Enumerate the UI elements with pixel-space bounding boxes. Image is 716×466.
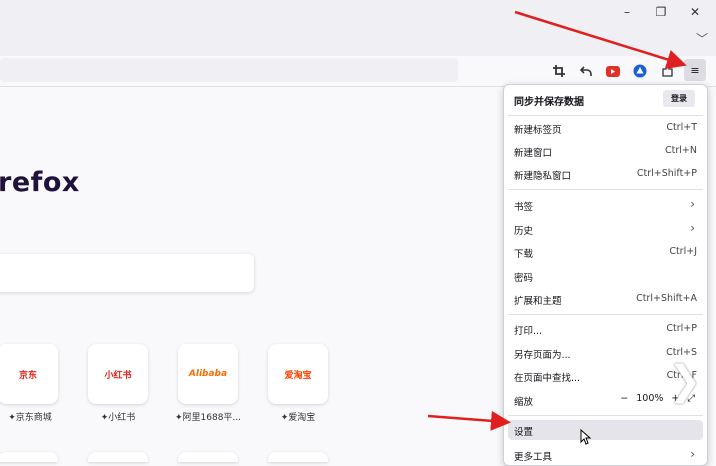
menu-item-shortcut: Ctrl+S (666, 347, 697, 358)
separator (508, 115, 703, 116)
menu-item-settings[interactable]: 设置 (508, 420, 703, 440)
account-triangle-icon[interactable] (631, 62, 649, 80)
signin-button[interactable]: 登录 (663, 90, 695, 107)
chevron-right-icon: › (690, 447, 695, 461)
menu-item-downloads[interactable]: 下载 Ctrl+J (508, 242, 703, 262)
restore-button[interactable]: ❐ (646, 3, 676, 21)
mouse-cursor-icon (580, 429, 592, 445)
menu-item-label: 新建隐私窗口 (514, 171, 572, 182)
hamburger-menu-button[interactable]: ≡ (684, 59, 706, 81)
menu-item-bookmarks[interactable]: 书签 › (508, 195, 703, 215)
app-menu-panel: 同步并保存数据 登录 新建标签页 Ctrl+T 新建窗口 Ctrl+N 新建隐私… (503, 84, 708, 466)
separator (508, 314, 703, 315)
menu-item-new-tab[interactable]: 新建标签页 Ctrl+T (508, 118, 703, 138)
menu-item-label: 设置 (514, 427, 534, 438)
shortcut-tile-aitaobao[interactable]: 爱淘宝 (268, 344, 328, 404)
menu-item-label: 打印... (514, 326, 543, 337)
separator (508, 189, 703, 190)
pin-icon: ✦ (8, 413, 16, 423)
title-bar (0, 0, 716, 56)
menu-item-label: 密码 (514, 273, 534, 284)
menu-item-label: 缩放 (514, 397, 534, 408)
crop-icon[interactable] (550, 62, 568, 80)
undo-icon[interactable] (577, 62, 595, 80)
alibaba-logo: Alibaba (188, 369, 228, 379)
pin-icon: ✦ (174, 413, 183, 423)
menu-item-shortcut: Ctrl+N (665, 145, 697, 156)
menu-item-addons-themes[interactable]: 扩展和主题 Ctrl+Shift+A (508, 289, 703, 309)
menu-item-label: 下载 (514, 249, 534, 260)
separator (508, 415, 703, 416)
shortcut-label: ✦京东商城 (8, 413, 52, 423)
shortcut-tile-jd[interactable]: 京东 (0, 344, 58, 404)
shortcut-tile[interactable] (268, 452, 328, 462)
menu-item-shortcut: Ctrl+J (669, 246, 697, 257)
tab-list-chevron-icon[interactable]: ﹀ (696, 30, 708, 47)
menu-item-label: 更多工具 (514, 452, 553, 463)
sync-title: 同步并保存数据 (514, 97, 584, 108)
close-button[interactable]: ✕ (680, 3, 710, 21)
menu-item-label: 另存页面为... (514, 350, 571, 361)
zoom-out-button[interactable]: − (620, 393, 628, 404)
menu-item-passwords[interactable]: 密码 (508, 266, 703, 286)
menu-item-label: 新建窗口 (514, 148, 553, 159)
shortcut-tile[interactable] (0, 452, 58, 462)
chevron-right-icon: › (690, 221, 695, 235)
sync-header: 同步并保存数据 登录 (504, 85, 707, 113)
menu-item-label: 历史 (514, 226, 534, 237)
video-icon[interactable] (604, 62, 622, 80)
menu-item-shortcut: Ctrl+Shift+P (636, 168, 697, 179)
shortcut-tile-xiaohongshu[interactable]: 小红书 (88, 344, 148, 404)
chevron-right-icon: › (690, 197, 695, 211)
chevron-right-overlay-icon: ❯ (668, 358, 702, 404)
xiaohongshu-logo: 小红书 (104, 370, 132, 381)
menu-item-label: 扩展和主题 (514, 296, 562, 307)
shortcut-tile[interactable] (88, 452, 148, 462)
menu-item-label: 书签 (514, 202, 534, 213)
menu-item-more-tools[interactable]: 更多工具 › (508, 445, 703, 465)
minimize-button[interactable]: – (612, 3, 642, 21)
menu-item-label: 新建标签页 (514, 125, 562, 136)
shortcut-label: ✦阿里1688平... (174, 413, 242, 423)
extensions-icon[interactable] (658, 62, 676, 80)
menu-item-shortcut: Ctrl+Shift+A (636, 293, 697, 304)
shortcut-label: ✦爱淘宝 (280, 413, 316, 423)
menu-item-new-private-window[interactable]: 新建隐私窗口 Ctrl+Shift+P (508, 164, 703, 184)
shortcut-label: ✦小红书 (100, 413, 136, 423)
shortcut-tile-alibaba[interactable]: Alibaba (178, 344, 238, 404)
address-bar[interactable] (0, 58, 458, 82)
newtab-search-box[interactable] (0, 254, 254, 292)
menu-item-shortcut: Ctrl+P (666, 323, 697, 334)
zoom-level[interactable]: 100% (636, 393, 663, 404)
menu-item-label: 在页面中查找... (514, 373, 581, 384)
menu-item-print[interactable]: 打印... Ctrl+P (508, 319, 703, 339)
menu-item-shortcut: Ctrl+T (666, 122, 697, 133)
aitaobao-logo: 爱淘宝 (284, 370, 312, 381)
menu-item-new-window[interactable]: 新建窗口 Ctrl+N (508, 141, 703, 161)
firefox-wordmark: refox (0, 167, 80, 198)
jd-logo: 京东 (18, 370, 37, 381)
menu-item-history[interactable]: 历史 › (508, 219, 703, 239)
shortcut-tile[interactable] (178, 452, 238, 462)
